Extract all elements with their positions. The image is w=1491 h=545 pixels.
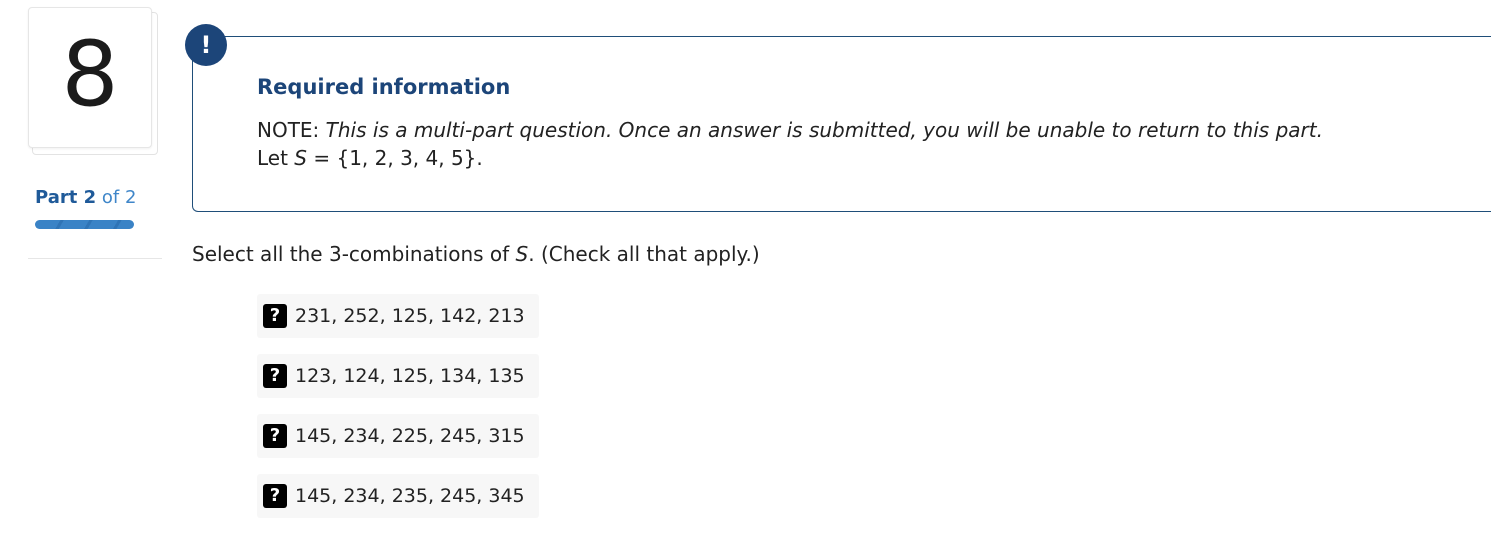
answer-option-label: 145, 234, 225, 245, 315 bbox=[295, 425, 525, 447]
answer-option-4[interactable]: ? 145, 234, 235, 245, 345 bbox=[257, 474, 539, 518]
sidebar-divider bbox=[28, 258, 162, 259]
set-variable: S bbox=[294, 146, 307, 170]
question-prompt: Select all the 3-combinations of S. (Che… bbox=[192, 242, 760, 266]
part-of: of bbox=[101, 187, 120, 208]
part-current: 2 bbox=[83, 187, 97, 208]
answer-option-3[interactable]: ? 145, 234, 225, 245, 315 bbox=[257, 414, 539, 458]
exclamation-icon: ! bbox=[185, 24, 227, 66]
part-word: Part bbox=[35, 187, 78, 208]
question-mark-icon: ? bbox=[263, 304, 287, 328]
answer-option-label: 145, 234, 235, 245, 345 bbox=[295, 485, 525, 507]
question-number: 8 bbox=[61, 21, 119, 127]
answer-option-label: 123, 124, 125, 134, 135 bbox=[295, 365, 525, 387]
answer-option-label: 231, 252, 125, 142, 213 bbox=[295, 305, 525, 327]
let-prefix: Let bbox=[257, 146, 295, 170]
question-variable: S bbox=[515, 242, 529, 266]
note-label: NOTE: bbox=[257, 118, 320, 142]
question-mark-icon: ? bbox=[263, 364, 287, 388]
answer-option-1[interactable]: ? 231, 252, 125, 142, 213 bbox=[257, 294, 539, 338]
set-value: = {1, 2, 3, 4, 5}. bbox=[307, 146, 483, 170]
part-indicator: Part 2 of 2 bbox=[35, 187, 136, 208]
required-info-title: Required information bbox=[257, 75, 511, 99]
question-suffix: . (Check all that apply.) bbox=[528, 242, 760, 266]
question-number-box: 8 bbox=[28, 7, 152, 148]
question-mark-icon: ? bbox=[263, 484, 287, 508]
set-definition: Let S = {1, 2, 3, 4, 5}. bbox=[257, 146, 483, 170]
part-total: 2 bbox=[124, 187, 137, 208]
answer-option-2[interactable]: ? 123, 124, 125, 134, 135 bbox=[257, 354, 539, 398]
question-number-card: 8 bbox=[28, 7, 158, 155]
note-text: This is a multi-part question. Once an a… bbox=[325, 118, 1323, 142]
question-mark-icon: ? bbox=[263, 424, 287, 448]
required-info-note: NOTE: This is a multi-part question. Onc… bbox=[257, 118, 1323, 142]
part-progress-bar bbox=[35, 220, 134, 229]
question-page: 8 Part 2 of 2 ! Required information NOT… bbox=[0, 0, 1491, 545]
question-prefix: Select all the 3-combinations of bbox=[192, 242, 516, 266]
